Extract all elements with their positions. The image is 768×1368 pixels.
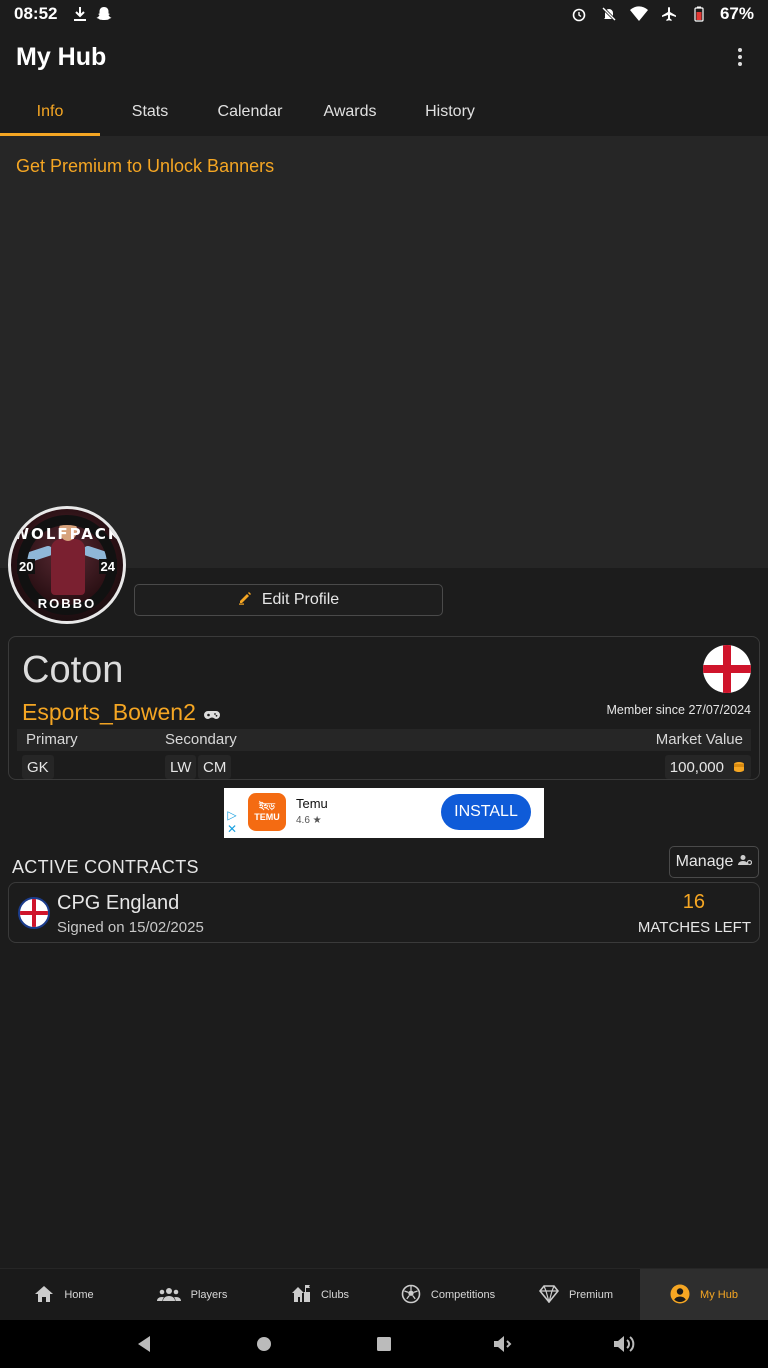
nav-my-hub[interactable]: My Hub — [640, 1269, 768, 1321]
avatar[interactable]: WOLFPACK 20 24 ROBBO — [8, 506, 126, 624]
contract-signed-date: Signed on 15/02/2025 — [57, 919, 204, 936]
premium-banner-link[interactable]: Get Premium to Unlock Banners — [16, 156, 274, 177]
profile-banner: Get Premium to Unlock Banners — [0, 136, 768, 568]
snapchat-icon — [95, 5, 113, 23]
temu-ad-banner[interactable]: ▷ ✕ ইহড় TEMU Temu 4.6 ★ INSTALL — [224, 788, 544, 838]
recents-icon[interactable] — [372, 1332, 396, 1356]
system-navigation-bar — [0, 1320, 768, 1368]
avatar-year-left: 20 — [17, 559, 36, 574]
nav-premium[interactable]: Premium — [512, 1269, 640, 1321]
market-value: 100,000 — [669, 758, 724, 776]
nav-players[interactable]: Players — [128, 1269, 256, 1321]
secondary-position-chip: CM — [198, 755, 232, 779]
temu-logo-line1: ইহড় — [259, 801, 275, 811]
wifi-icon — [629, 5, 648, 23]
primary-header: Primary — [26, 731, 78, 748]
tab-awards[interactable]: Awards — [300, 88, 400, 136]
contract-row[interactable]: CPG England Signed on 15/02/2025 16 MATC… — [8, 882, 760, 943]
contract-club-name: CPG England — [57, 892, 180, 914]
positions-values: GK LW CM 100,000 — [17, 753, 751, 779]
nav-my-hub-label: My Hub — [700, 1289, 738, 1301]
coins-icon — [732, 760, 746, 774]
gamepad-icon — [203, 699, 220, 726]
avatar-year-right: 24 — [98, 559, 117, 574]
avatar-text-top: WOLFPACK — [12, 525, 122, 543]
home-button-icon[interactable] — [252, 1332, 276, 1356]
secondary-header: Secondary — [165, 731, 237, 748]
club-crest-icon — [18, 897, 50, 929]
nav-clubs[interactable]: Clubs — [256, 1269, 384, 1321]
nav-competitions[interactable]: Competitions — [384, 1269, 512, 1321]
temu-logo: ইহড় TEMU — [248, 793, 286, 831]
tab-history[interactable]: History — [400, 88, 500, 136]
profile-card: Coton Esports_Bowen2 Member since 27/07/… — [8, 636, 760, 780]
market-value-header: Market Value — [655, 731, 743, 748]
ad-install-button[interactable]: INSTALL — [441, 794, 531, 830]
nav-home-label: Home — [64, 1289, 94, 1301]
nav-home[interactable]: Home — [0, 1269, 128, 1321]
temu-logo-line2: TEMU — [254, 812, 280, 822]
clubs-icon — [291, 1284, 311, 1307]
players-icon — [156, 1287, 181, 1304]
active-contracts-heading: ACTIVE CONTRACTS — [12, 857, 199, 877]
airplane-icon — [660, 5, 678, 23]
manage-contracts-button[interactable]: Manage — [669, 846, 759, 878]
nav-premium-label: Premium — [568, 1289, 613, 1301]
tab-bar: Info Stats Calendar Awards History — [0, 88, 768, 136]
england-flag-icon — [703, 645, 751, 693]
member-since: Member since 27/07/2024 — [606, 703, 751, 717]
overflow-menu-icon[interactable] — [728, 41, 752, 73]
back-icon[interactable] — [132, 1332, 156, 1356]
volume-up-icon[interactable] — [612, 1332, 636, 1356]
volume-down-icon[interactable] — [492, 1332, 516, 1356]
nav-players-label: Players — [190, 1289, 228, 1301]
matches-left-label: MATCHES LEFT — [637, 919, 751, 936]
player-name: Coton — [22, 649, 124, 691]
gamertag-text: Esports_Bowen2 — [22, 699, 196, 725]
battery-icon — [690, 5, 708, 23]
app-bar: My Hub — [0, 28, 768, 86]
primary-position-chip: GK — [22, 755, 54, 779]
home-icon — [34, 1285, 54, 1306]
diamond-icon — [538, 1284, 560, 1306]
page-title: My Hub — [16, 42, 107, 71]
nav-competitions-label: Competitions — [430, 1289, 496, 1301]
battery-percent: 67% — [719, 4, 754, 23]
tab-calendar[interactable]: Calendar — [200, 88, 300, 136]
bottom-navigation: Home Players Clubs Competitions Premium … — [0, 1268, 768, 1321]
soccer-ball-icon — [401, 1284, 421, 1307]
tab-info[interactable]: Info — [0, 88, 100, 136]
alarm-icon — [570, 5, 588, 23]
secondary-position-chip: LW — [165, 755, 197, 779]
status-time: 08:52 — [14, 4, 58, 23]
ad-rating: 4.6 ★ — [296, 815, 322, 826]
tab-stats[interactable]: Stats — [100, 88, 200, 136]
edit-profile-label: Edit Profile — [261, 591, 340, 608]
market-value-chip: 100,000 — [664, 755, 751, 779]
ad-choices-icon[interactable]: ▷ ✕ — [226, 808, 238, 836]
pencil-icon — [238, 591, 252, 610]
account-icon — [670, 1284, 690, 1307]
matches-left-count: 16 — [682, 891, 705, 913]
edit-profile-button[interactable]: Edit Profile — [134, 584, 443, 616]
nav-clubs-label: Clubs — [320, 1289, 350, 1301]
ad-app-name: Temu — [296, 796, 328, 811]
positions-header: Primary Secondary Market Value — [17, 729, 751, 751]
status-bar: 08:52 67% — [0, 0, 768, 28]
gamertag: Esports_Bowen2 — [22, 699, 220, 726]
avatar-text-bottom: ROBBO — [37, 596, 97, 611]
manage-label: Manage — [675, 853, 734, 870]
notifications-off-icon — [600, 5, 618, 23]
download-icon — [71, 5, 89, 23]
manage-accounts-icon — [738, 853, 753, 871]
